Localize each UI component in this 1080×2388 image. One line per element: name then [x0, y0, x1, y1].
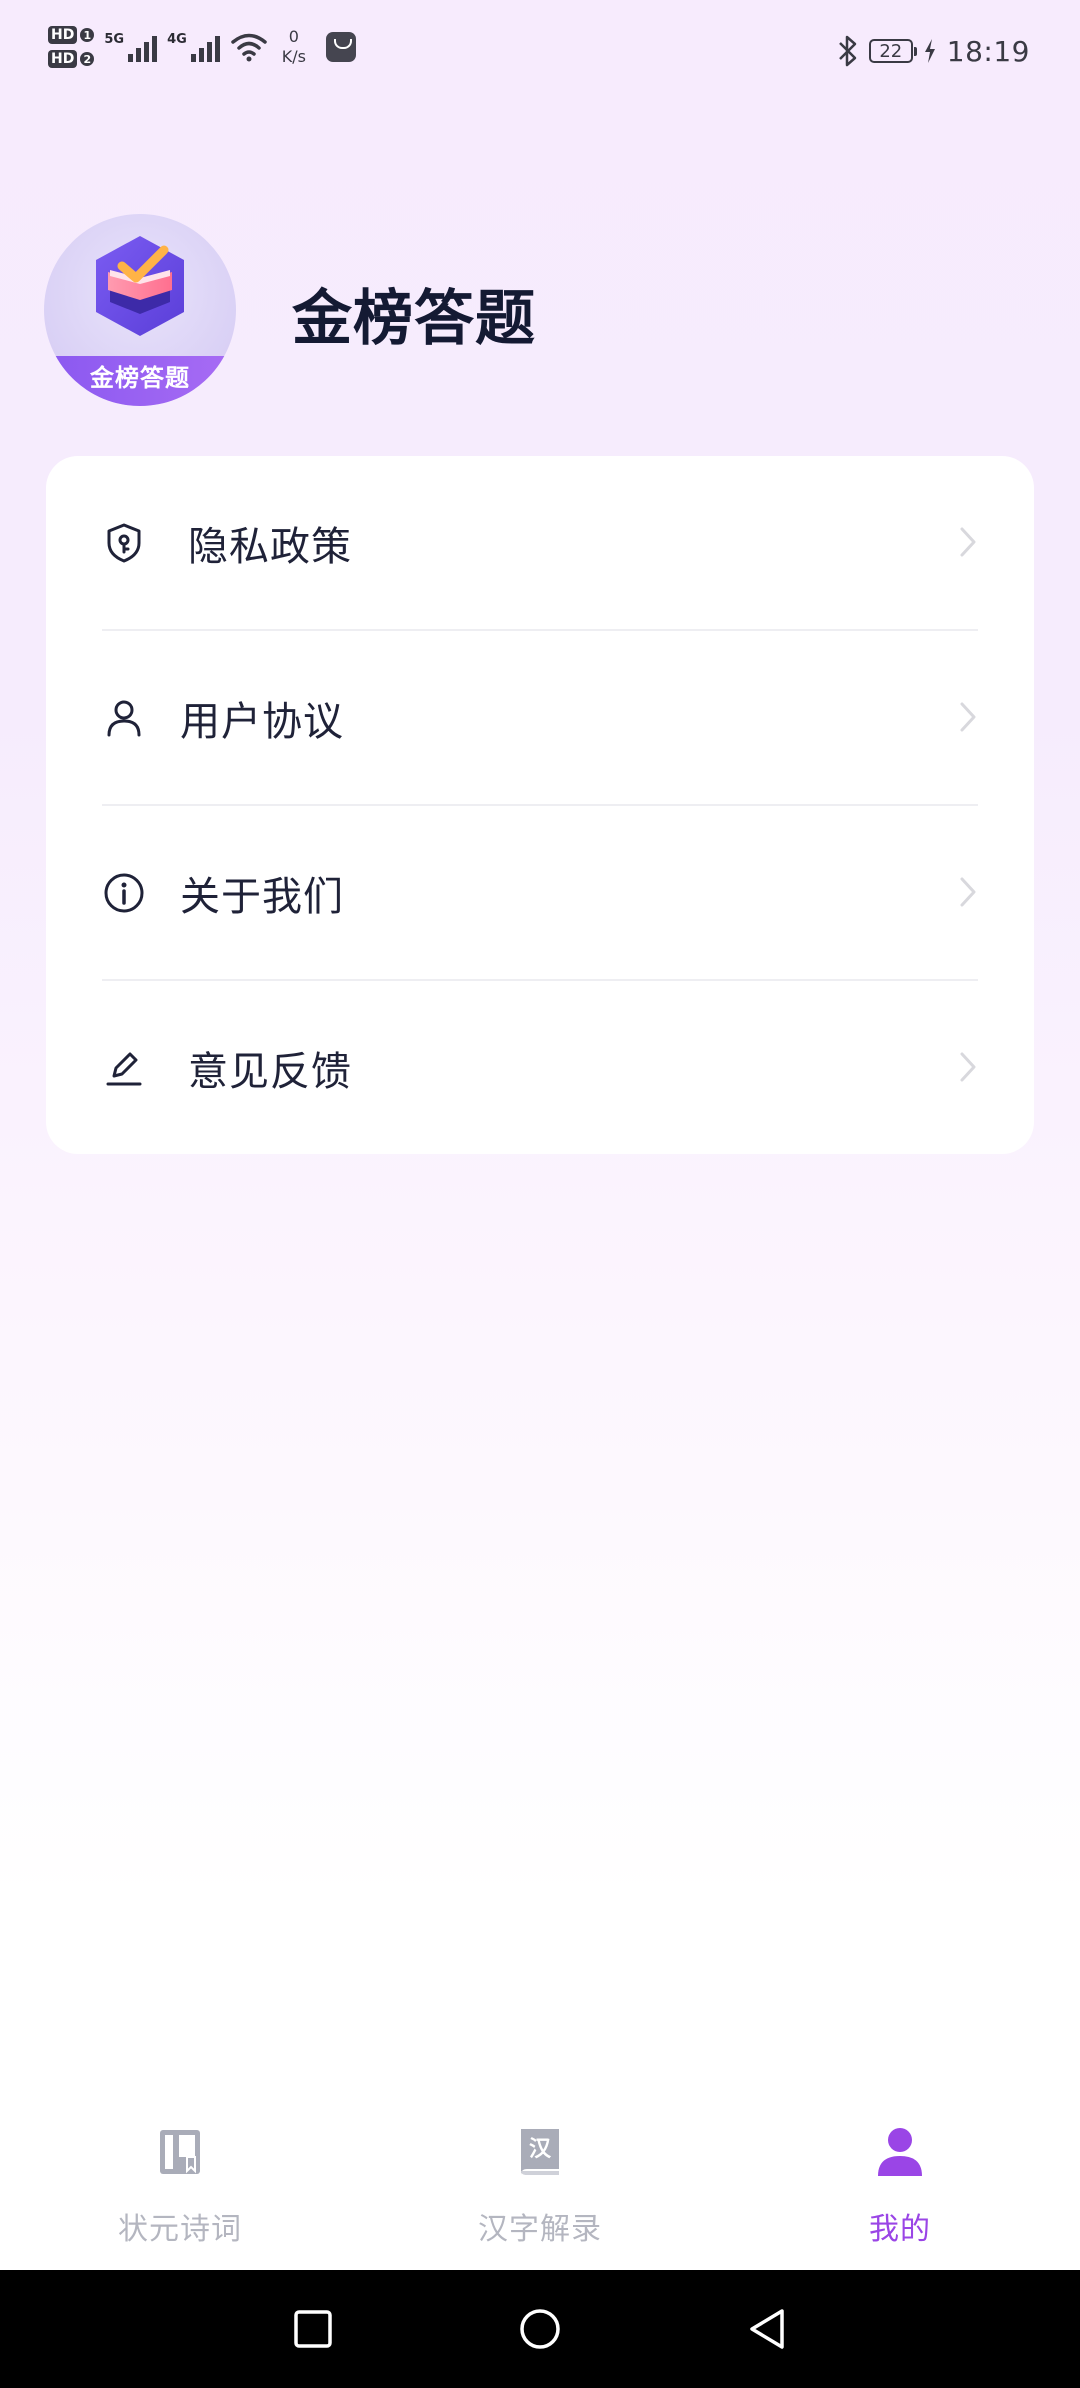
chevron-right-icon [960, 527, 976, 557]
logo-ribbon: 金榜答题 [44, 356, 236, 406]
chevron-right-icon [960, 702, 976, 732]
triangle-back-icon [750, 2309, 784, 2349]
edit-icon [102, 1046, 146, 1090]
user-icon [102, 696, 146, 740]
sim2-badge: HD 2 [48, 50, 95, 68]
chevron-right-icon [960, 877, 976, 907]
clock: 18:19 [946, 34, 1030, 68]
sim-indicators: HD 1 HD 2 [48, 26, 95, 68]
app-name: 金榜答题 [292, 284, 536, 354]
menu-item-label: 隐私政策 [188, 524, 352, 570]
system-navigation-bar [0, 2270, 1080, 2388]
sim1-num: 1 [80, 28, 95, 42]
network-type-1: 5G [104, 32, 125, 47]
tab-poetry[interactable]: 状元诗词 [50, 2124, 310, 2264]
menu-item-user-agreement[interactable]: 用户协议 [102, 631, 978, 805]
menu-item-privacy-policy[interactable]: 隐私政策 [102, 456, 978, 630]
status-left: HD 1 HD 2 5G 4G 0 K/s [48, 26, 356, 68]
circle-icon [520, 2309, 560, 2349]
battery-icon: 22 [868, 39, 917, 63]
menu-item-feedback[interactable]: 意见反馈 [102, 981, 978, 1155]
menu-item-label: 关于我们 [180, 874, 344, 920]
battery-level: 22 [879, 40, 903, 62]
wifi-icon [231, 33, 267, 62]
square-icon [294, 2310, 332, 2348]
info-icon [102, 871, 146, 915]
status-bar: HD 1 HD 2 5G 4G 0 K/s 22 18:19 [0, 0, 1080, 110]
bottom-tab-bar: 状元诗词 汉 汉字解录 我的 [0, 2104, 1080, 2270]
tab-mine[interactable]: 我的 [770, 2124, 1030, 2264]
network-speed: 0 K/s [282, 27, 306, 67]
chevron-right-icon [960, 1052, 976, 1082]
logo-book-icon [96, 236, 184, 336]
signal-icon-1 [128, 32, 158, 62]
tab-hanzi[interactable]: 汉 汉字解录 [410, 2124, 670, 2264]
network-type-2: 4G [167, 32, 187, 47]
tab-label: 汉字解录 [478, 2212, 602, 2247]
shield-icon [102, 521, 146, 565]
sim2-hd: HD [48, 50, 78, 68]
menu-item-label: 意见反馈 [188, 1049, 352, 1095]
sim1-badge: HD 1 [48, 26, 95, 44]
back-button[interactable] [742, 2304, 792, 2354]
han-book-icon: 汉 [512, 2124, 568, 2180]
shopping-bag-icon [326, 32, 356, 62]
settings-menu-card: 隐私政策 用户协议 关于我们 意见反馈 [46, 456, 1034, 1154]
tab-label: 状元诗词 [118, 2212, 242, 2247]
tab-label: 我的 [869, 2212, 931, 2247]
person-icon [872, 2124, 928, 2180]
sim2-num: 2 [80, 52, 95, 66]
speed-value: 0 [288, 27, 299, 46]
bluetooth-icon [838, 35, 857, 67]
app-logo-avatar: 金榜答题 [44, 214, 236, 406]
recent-apps-button[interactable] [288, 2304, 338, 2354]
charging-icon [924, 39, 935, 63]
menu-item-about-us[interactable]: 关于我们 [102, 806, 978, 980]
sim1-hd: HD [48, 26, 78, 44]
signal-icon-2 [190, 32, 220, 62]
status-right: 22 18:19 [837, 34, 1030, 68]
menu-item-label: 用户协议 [180, 699, 344, 745]
han-glyph: 汉 [529, 2137, 552, 2162]
book-icon [152, 2124, 208, 2180]
home-button[interactable] [515, 2304, 565, 2354]
speed-unit: K/s [281, 47, 306, 66]
